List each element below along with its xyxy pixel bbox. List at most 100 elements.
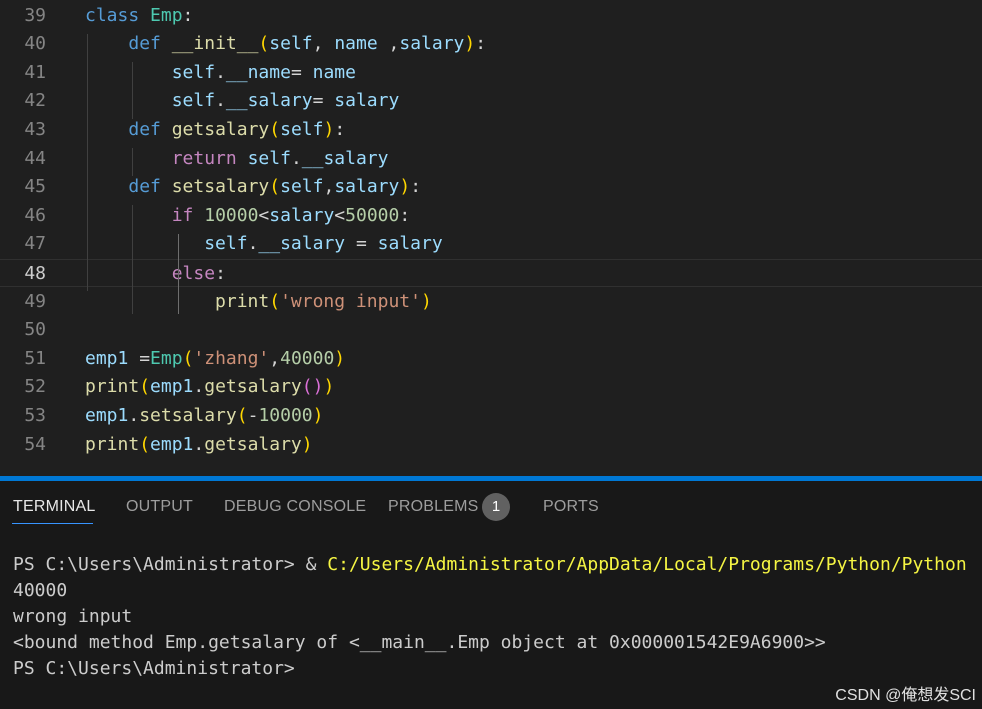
code-token: ): [323, 118, 335, 140]
code-token: 50000: [345, 204, 400, 226]
active-tab-indicator: [12, 523, 93, 524]
terminal-output-line: wrong input: [13, 606, 133, 627]
code-token: self: [280, 118, 324, 140]
code-text: print(emp1.getsalary): [85, 431, 313, 460]
code-text: class Emp:: [85, 2, 193, 31]
code-token: ): [464, 33, 476, 55]
code-token: self: [269, 33, 313, 55]
code-line[interactable]: 40 def __init__(self, name ,salary):: [0, 30, 982, 59]
code-token: self: [204, 233, 248, 255]
tab-output[interactable]: OUTPUT: [126, 498, 193, 516]
code-token: return: [171, 147, 237, 169]
code-line[interactable]: 44 return self.__salary: [0, 145, 982, 174]
code-token: salary: [399, 33, 465, 55]
terminal-line-command: PS C:\Users\Administrator> & C:/Users/Ad…: [13, 552, 967, 578]
line-number: 52: [24, 376, 46, 398]
code-token: salary: [269, 204, 335, 226]
code-token: getsalary: [204, 376, 302, 398]
code-token: :: [410, 176, 422, 198]
code-line[interactable]: 42 self.__salary= salary: [0, 87, 982, 116]
code-editor[interactable]: 39 class Emp: 40 def __init__(self, name ,…: [0, 0, 982, 476]
code-token: .: [193, 433, 205, 455]
code-line[interactable]: 48 else:: [0, 258, 982, 288]
code-line[interactable]: 50: [0, 316, 982, 345]
code-line[interactable]: 51 emp1 =Emp('zhang',40000): [0, 345, 982, 374]
watermark: CSDN @俺想发SCI: [835, 687, 976, 704]
problems-count-badge: 1: [482, 493, 510, 521]
code-token: class: [85, 4, 140, 26]
line-number: 46: [24, 204, 46, 226]
terminal-prompt-line: PS C:\Users\Administrator>: [13, 658, 295, 679]
code-token: 'wrong input': [280, 290, 421, 312]
code-token: ,: [269, 347, 281, 369]
code-token: (: [269, 290, 281, 312]
code-token: :: [334, 118, 346, 140]
code-token: salary: [334, 176, 400, 198]
code-line[interactable]: 54 print(emp1.getsalary): [0, 431, 982, 460]
code-line[interactable]: 52 print(emp1.getsalary()): [0, 373, 982, 402]
code-token: (: [182, 347, 194, 369]
line-number: 51: [24, 347, 46, 369]
code-token: ): [312, 404, 324, 426]
code-line[interactable]: 47 self.__salary = salary: [0, 230, 982, 259]
code-token: .: [215, 61, 226, 83]
code-token: <: [258, 204, 270, 226]
code-token: =: [128, 347, 151, 369]
code-line[interactable]: 43 def getsalary(self):: [0, 116, 982, 145]
line-number: 48: [24, 262, 46, 284]
code-token: :: [399, 204, 411, 226]
code-token: self: [171, 61, 216, 83]
tab-ports[interactable]: PORTS: [543, 498, 599, 516]
code-token: getsalary: [171, 118, 270, 140]
tab-terminal[interactable]: TERMINAL: [13, 498, 96, 516]
tab-problems[interactable]: PROBLEMS: [388, 498, 479, 516]
code-token: name: [312, 61, 356, 83]
code-token: __salary: [225, 90, 313, 112]
code-token: ,: [323, 176, 335, 198]
code-token: (: [269, 176, 281, 198]
code-token: if: [171, 204, 194, 226]
code-text: def __init__(self, name ,salary):: [85, 30, 486, 59]
code-line[interactable]: 46 if 10000<salary<50000:: [0, 202, 982, 231]
code-token: emp1: [85, 404, 129, 426]
code-token: salary: [377, 233, 443, 255]
code-token: __init__: [171, 33, 259, 55]
code-text: def getsalary(self):: [85, 116, 345, 145]
code-line[interactable]: 41 self.__name= name: [0, 59, 982, 88]
code-text: emp1.setsalary(-10000): [85, 402, 323, 431]
line-number: 50: [24, 319, 46, 341]
code-token: __salary: [301, 147, 389, 169]
code-token: salary: [334, 90, 400, 112]
code-token: 40000: [280, 347, 335, 369]
code-token: self: [247, 147, 291, 169]
code-token: =: [312, 90, 335, 112]
code-line[interactable]: 49 print('wrong input'): [0, 288, 982, 317]
code-text: print(emp1.getsalary()): [85, 373, 334, 402]
code-token: -: [247, 404, 259, 426]
code-text: emp1 =Emp('zhang',40000): [85, 345, 345, 374]
code-token: def: [128, 33, 161, 55]
code-text: self.__name= name: [85, 59, 356, 88]
code-token: (: [269, 118, 281, 140]
code-token: emp1: [150, 433, 194, 455]
code-text: print('wrong input'): [85, 288, 432, 317]
code-line[interactable]: 53 emp1.setsalary(-10000): [0, 402, 982, 431]
tab-debug-console[interactable]: DEBUG CONSOLE: [224, 498, 366, 516]
code-token: setsalary: [139, 404, 237, 426]
code-line[interactable]: 39 class Emp:: [0, 2, 982, 31]
line-number: 54: [24, 433, 46, 455]
code-token: ): [334, 347, 346, 369]
code-token: :: [475, 33, 487, 55]
code-line[interactable]: 45 def setsalary(self,salary):: [0, 173, 982, 202]
terminal-command-path: C:/Users/Administrator/AppData/Local/Pro…: [327, 554, 967, 575]
code-token: .: [215, 90, 226, 112]
indent-guide: [87, 34, 88, 291]
